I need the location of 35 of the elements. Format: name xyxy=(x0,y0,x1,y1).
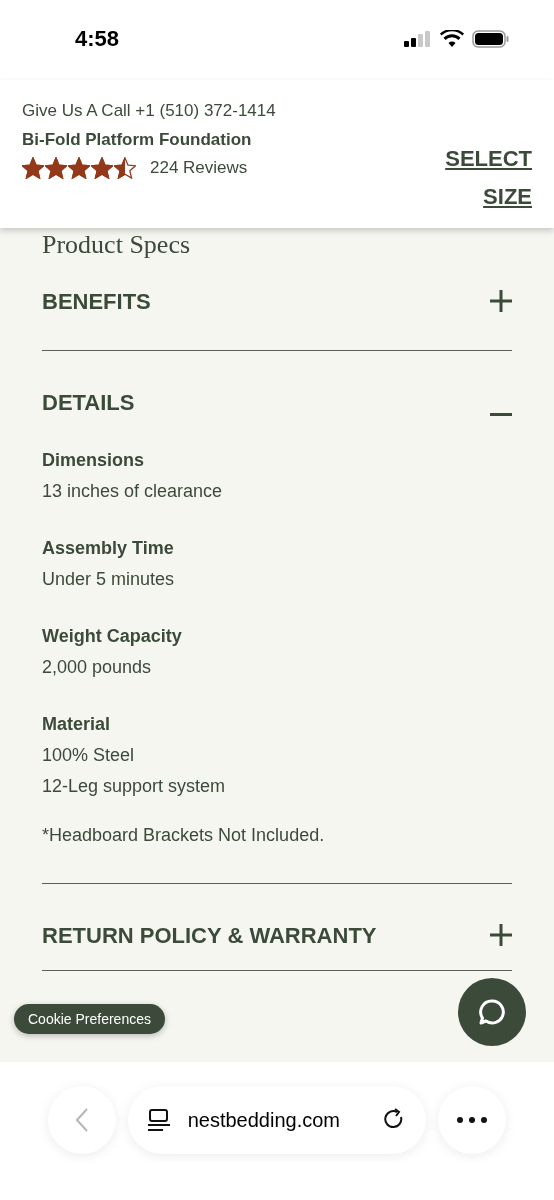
spec-label: Assembly Time xyxy=(42,537,175,560)
note-text: *Headboard Brackets Not Included. xyxy=(42,824,326,847)
address-bar[interactable]: nestbedding.com xyxy=(127,1086,427,1154)
plus-icon xyxy=(490,924,512,946)
call-text: Give Us A Call +1 (510) 372-1414 xyxy=(22,100,276,122)
spec-label: Weight Capacity xyxy=(42,625,183,648)
spec-value: 100% Steel xyxy=(42,744,136,767)
reader-icon xyxy=(147,1109,170,1131)
cookie-preferences-button[interactable]: Cookie Preferences xyxy=(14,1004,165,1034)
plus-icon xyxy=(490,290,512,312)
section-heading: Product Specs xyxy=(42,230,192,260)
more-icon xyxy=(457,1117,488,1123)
signal-icon xyxy=(404,30,432,47)
spec-label: Material xyxy=(42,713,112,736)
accordion-header[interactable]: RETURN POLICY & WARRANTY xyxy=(42,884,512,986)
spec-value: 12-Leg support system xyxy=(42,775,227,798)
url-text: nestbedding.com xyxy=(187,1108,341,1133)
star-icon xyxy=(45,156,67,179)
star-icon xyxy=(22,156,44,179)
back-icon xyxy=(74,1107,89,1133)
spec-value: 13 inches of clearance xyxy=(42,480,224,503)
battery-icon xyxy=(472,29,510,48)
minus-icon xyxy=(490,412,512,416)
select-size-link[interactable]: SELECT SIZE xyxy=(432,140,532,216)
star-icon xyxy=(91,156,113,179)
star-icon xyxy=(68,156,90,179)
status-time: 4:58 xyxy=(75,25,120,53)
reviews-link[interactable]: 224 Reviews xyxy=(150,155,248,181)
chat-icon xyxy=(477,997,507,1027)
spec-value: Under 5 minutes xyxy=(42,568,176,591)
product-name: Bi-Fold Platform Foundation xyxy=(22,128,253,151)
accordion-header[interactable]: BENEFITS xyxy=(42,260,512,350)
spec-value: 2,000 pounds xyxy=(42,656,153,679)
star-icon xyxy=(114,156,136,179)
wifi-icon xyxy=(440,29,464,48)
